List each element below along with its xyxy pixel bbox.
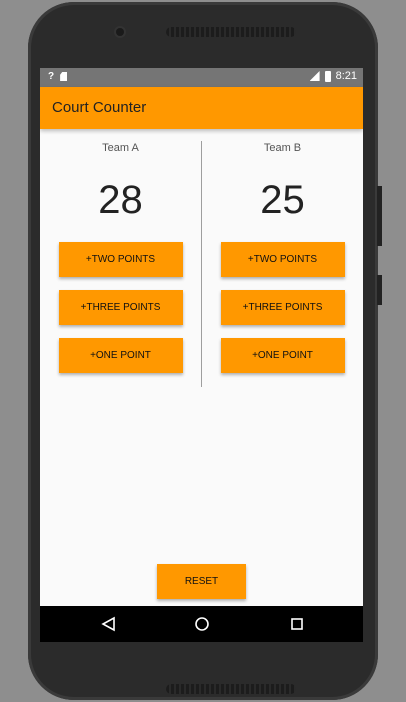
team-b-three-points-button[interactable]: +THREE POINTS (220, 290, 345, 325)
back-icon[interactable] (100, 615, 118, 633)
team-b-column: Team B 25 +TWO POINTS +THREE POINTS +ONE… (202, 142, 363, 373)
question-icon: ? (48, 71, 55, 82)
status-bar: ? 8:21 (40, 68, 363, 87)
top-speaker (166, 27, 296, 37)
team-a-two-points-button[interactable]: +TWO POINTS (58, 242, 183, 277)
volume-button (377, 186, 382, 246)
app-bar: Court Counter (40, 87, 363, 129)
reset-button[interactable]: RESET (157, 564, 246, 599)
team-a-three-points-button[interactable]: +THREE POINTS (58, 290, 183, 325)
power-button (377, 275, 382, 305)
team-a-name: Team A (102, 142, 139, 154)
sd-card-icon (60, 72, 68, 81)
recent-apps-icon[interactable] (288, 615, 306, 633)
battery-icon (324, 70, 331, 82)
navigation-bar (40, 606, 363, 642)
signal-icon (309, 71, 320, 81)
team-b-score: 25 (260, 178, 305, 222)
team-a-one-point-button[interactable]: +ONE POINT (58, 338, 183, 373)
status-time: 8:21 (335, 70, 357, 82)
screen: ? 8:21 Court Counter Team A 28 +TWO POIN… (40, 68, 363, 642)
home-icon[interactable] (193, 615, 211, 633)
team-a-column: Team A 28 +TWO POINTS +THREE POINTS +ONE… (40, 142, 201, 373)
front-camera (116, 28, 124, 36)
bottom-speaker (166, 684, 296, 694)
team-a-score: 28 (98, 178, 143, 222)
team-b-one-point-button[interactable]: +ONE POINT (220, 338, 345, 373)
team-b-name: Team B (263, 142, 302, 154)
app-title: Court Counter (52, 99, 147, 116)
team-b-two-points-button[interactable]: +TWO POINTS (220, 242, 345, 277)
